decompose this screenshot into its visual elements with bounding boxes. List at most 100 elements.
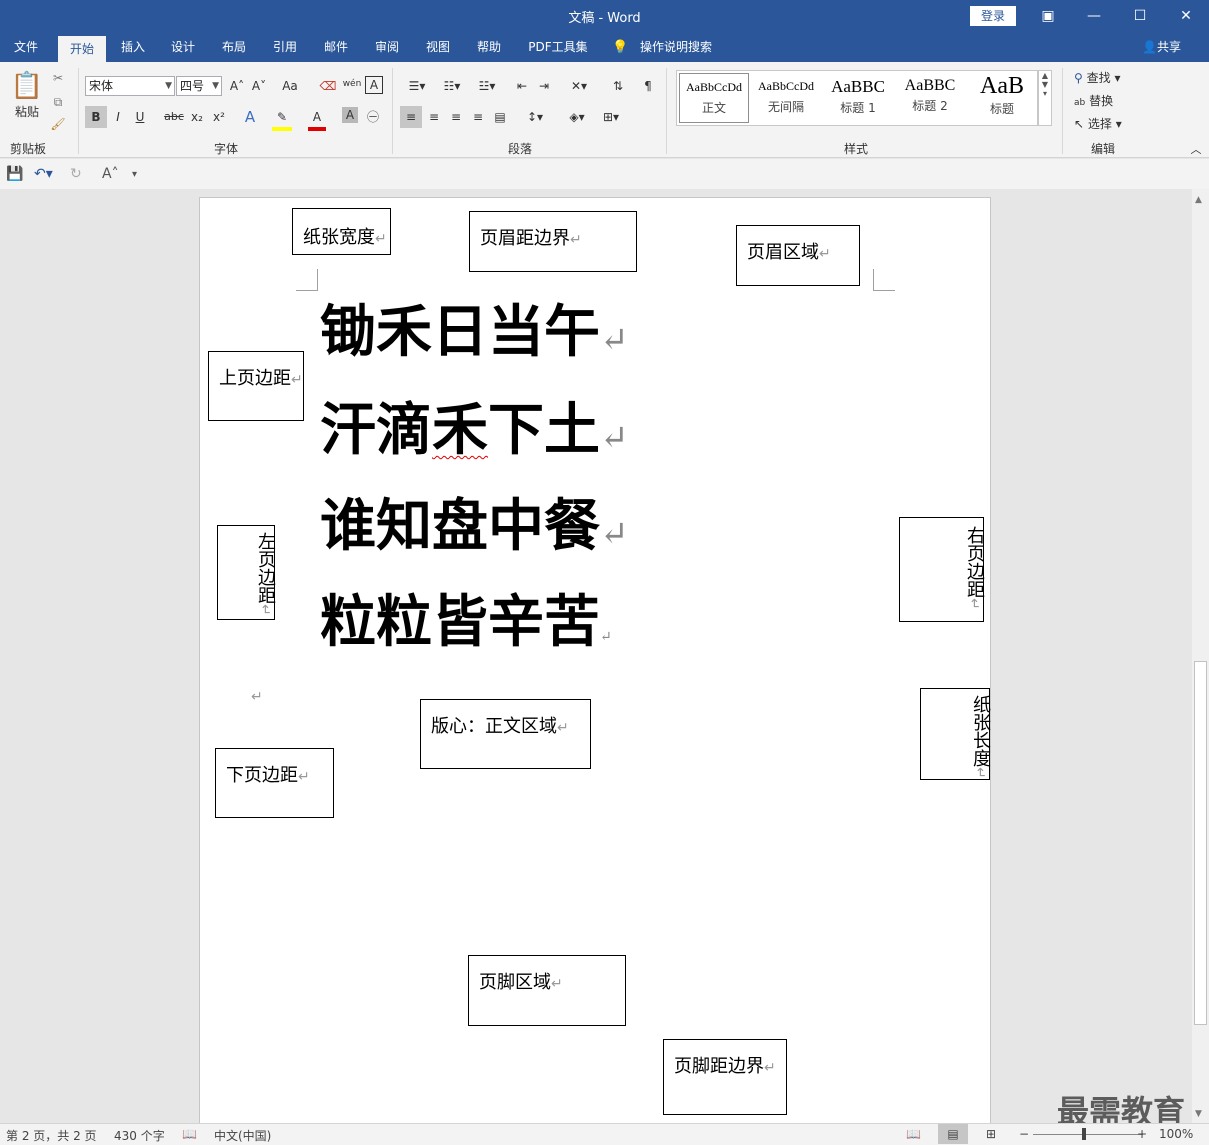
numbering-icon[interactable]: ☷▾	[437, 76, 467, 96]
tab-mailings[interactable]: 邮件	[315, 32, 357, 62]
language-indicator[interactable]: 中文(中国)	[214, 1127, 271, 1144]
show-marks-icon[interactable]: ¶	[640, 76, 656, 96]
superscript-button[interactable]: x²	[209, 107, 229, 127]
text-effects-icon[interactable]: A	[240, 107, 260, 127]
font-name-combo[interactable]: 宋体 ▼	[85, 76, 175, 96]
customize-qat-icon[interactable]: ▾	[132, 169, 137, 180]
style-no-spacing[interactable]: AaBbCcDd 无间隔	[751, 73, 821, 123]
page-count[interactable]: 第 2 页，共 2 页	[6, 1127, 97, 1144]
redo-icon[interactable]: ↻	[70, 166, 82, 182]
styles-gallery-scroll[interactable]: ▲ ▼ ▾	[1038, 70, 1052, 126]
label-body-area[interactable]: 版心：正文区域↵	[420, 699, 591, 769]
enclose-char-icon[interactable]: ㊀	[364, 107, 382, 127]
align-right-icon[interactable]: ≡	[446, 107, 466, 127]
align-center-icon[interactable]: ≡	[424, 107, 444, 127]
poem-line-2[interactable]: 汗滴禾下土↵	[320, 402, 629, 458]
bold-button[interactable]: B	[85, 106, 107, 128]
vertical-scrollbar[interactable]: ▲ ▼	[1192, 189, 1209, 1123]
poem-line-3[interactable]: 谁知盘中餐↵	[320, 498, 629, 554]
justify-icon[interactable]: ≡	[468, 107, 488, 127]
borders-icon[interactable]: ⊞▾	[596, 107, 626, 127]
print-layout-icon[interactable]: ▤	[938, 1124, 968, 1144]
poem-line-4[interactable]: 粒粒皆辛苦↵	[320, 594, 612, 650]
tab-design[interactable]: 设计	[162, 32, 204, 62]
zoom-in-icon[interactable]: +	[1137, 1127, 1147, 1141]
misspelled-word[interactable]: 禾	[432, 397, 488, 463]
maximize-icon[interactable]: ☐	[1117, 0, 1163, 32]
scroll-up-icon[interactable]: ▲	[1195, 195, 1202, 205]
increase-indent-icon[interactable]: ⇥	[534, 76, 554, 96]
strikethrough-button[interactable]: abc	[163, 107, 185, 127]
zoom-level[interactable]: 100%	[1159, 1127, 1193, 1141]
share-button[interactable]: 👤共享	[1142, 32, 1181, 62]
proofing-icon[interactable]: 📖	[182, 1127, 197, 1141]
style-title[interactable]: AaB 标题	[967, 73, 1037, 123]
minimize-icon[interactable]: —	[1071, 0, 1117, 32]
font-color-icon[interactable]: A	[308, 107, 326, 131]
zoom-slider-handle[interactable]	[1082, 1128, 1086, 1140]
italic-button[interactable]: I	[109, 107, 127, 127]
tab-view[interactable]: 视图	[417, 32, 459, 62]
underline-button[interactable]: U	[131, 107, 149, 127]
tab-layout[interactable]: 布局	[213, 32, 255, 62]
grow-font-qat-icon[interactable]: A˄	[102, 166, 119, 182]
find-button[interactable]: ⚲ 查找 ▾	[1074, 68, 1136, 88]
tab-pdf-tools[interactable]: PDF工具集	[522, 32, 594, 62]
bullets-icon[interactable]: ☰▾	[402, 76, 432, 96]
label-paper-length[interactable]: 纸张长度↵	[920, 688, 991, 780]
char-border-icon[interactable]: A	[365, 76, 383, 94]
multilevel-list-icon[interactable]: ☳▾	[472, 76, 502, 96]
change-case-icon[interactable]: Aa	[276, 76, 304, 96]
label-footer-distance[interactable]: 页脚距边界↵	[663, 1039, 787, 1115]
scroll-thumb[interactable]	[1194, 661, 1207, 1025]
word-count[interactable]: 430 个字	[114, 1127, 165, 1144]
font-size-combo[interactable]: 四号 ▼	[176, 76, 222, 96]
save-icon[interactable]: 💾	[6, 166, 23, 182]
subscript-button[interactable]: x₂	[187, 107, 207, 127]
paste-icon[interactable]: 📋	[10, 68, 44, 104]
distributed-icon[interactable]: ▤	[490, 107, 510, 127]
zoom-out-icon[interactable]: −	[1019, 1127, 1029, 1141]
tab-file[interactable]: 文件	[4, 32, 48, 62]
format-painter-icon[interactable]: 🖌	[48, 114, 68, 134]
scroll-down-icon[interactable]: ▼	[1195, 1109, 1202, 1119]
paste-button[interactable]: 粘贴	[10, 102, 44, 122]
label-bottom-margin[interactable]: 下页边距↵	[215, 748, 334, 818]
replace-button[interactable]: ab 替换	[1074, 91, 1136, 113]
copy-icon[interactable]: ⧉	[48, 92, 68, 112]
tab-insert[interactable]: 插入	[112, 32, 154, 62]
sort-icon[interactable]: ⇅	[608, 76, 628, 96]
web-layout-icon[interactable]: ⊞	[986, 1127, 996, 1141]
label-top-margin[interactable]: 上页边距↵	[208, 351, 304, 421]
zoom-slider-track[interactable]	[1033, 1134, 1143, 1135]
shading-icon[interactable]: ◈▾	[562, 107, 592, 127]
login-button[interactable]: 登录	[970, 6, 1016, 26]
ribbon-display-icon[interactable]: ▣	[1025, 0, 1071, 32]
label-header-area[interactable]: 页眉区域↵	[736, 225, 860, 286]
tab-home[interactable]: 开始	[58, 36, 106, 62]
style-heading-2[interactable]: AaBBC 标题 2	[895, 73, 965, 123]
style-normal[interactable]: AaBbCcDd 正文	[679, 73, 749, 123]
label-left-margin[interactable]: 左页边距↵	[217, 525, 276, 620]
line-spacing-icon[interactable]: ↕▾	[520, 107, 550, 127]
phonetic-guide-icon[interactable]: wén	[342, 74, 362, 94]
style-heading-1[interactable]: AaBBC 标题 1	[823, 73, 893, 123]
label-right-margin[interactable]: 右页边距↵	[899, 517, 985, 622]
decrease-indent-icon[interactable]: ⇤	[512, 76, 532, 96]
label-header-distance[interactable]: 页眉距边界↵	[469, 211, 637, 272]
close-icon[interactable]: ✕	[1163, 0, 1209, 32]
chinese-layout-icon[interactable]: ✕▾	[566, 76, 592, 96]
align-left-icon[interactable]: ≡	[400, 106, 422, 128]
label-paper-width[interactable]: 纸张宽度↵	[292, 208, 391, 255]
tell-me-search[interactable]: 💡 操作说明搜索	[612, 32, 712, 62]
collapse-ribbon-icon[interactable]: ︿	[1188, 140, 1204, 160]
select-button[interactable]: ↖ 选择 ▾	[1074, 114, 1136, 134]
clear-format-icon[interactable]: ⌫	[318, 76, 338, 96]
undo-icon[interactable]: ↶▾	[34, 166, 53, 182]
char-shading-icon[interactable]: A	[342, 107, 358, 123]
shrink-font-icon[interactable]: A˅	[249, 76, 269, 96]
tab-help[interactable]: 帮助	[468, 32, 510, 62]
label-footer-area[interactable]: 页脚区域↵	[468, 955, 626, 1026]
read-mode-icon[interactable]: 📖	[906, 1127, 921, 1141]
tab-references[interactable]: 引用	[264, 32, 306, 62]
